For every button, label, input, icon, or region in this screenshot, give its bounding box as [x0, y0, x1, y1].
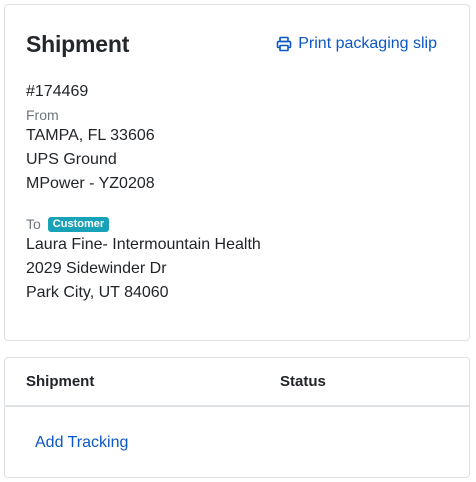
to-row: To Customer: [26, 216, 110, 232]
printer-icon: [276, 36, 292, 52]
to-line: 2029 Sidewinder Dr: [26, 260, 167, 277]
to-line: Park City, UT 84060: [26, 284, 169, 301]
customer-badge: Customer: [47, 216, 110, 232]
to-line: Laura Fine- Intermountain Health: [26, 236, 261, 253]
shipment-title: Shipment: [26, 31, 130, 57]
order-number: #174469: [26, 83, 89, 100]
add-tracking-link[interactable]: Add Tracking: [35, 434, 128, 452]
from-address: TAMPA, FL 33606 UPS Ground MPower - YZ02…: [26, 124, 155, 196]
column-header-status: Status: [280, 373, 326, 390]
from-line: TAMPA, FL 33606: [26, 127, 155, 144]
shipment-card: Shipment Print packaging slip #174469 Fr…: [4, 4, 470, 341]
shipments-table-card: Shipment Status Add Tracking: [4, 357, 470, 478]
table-header-row: Shipment Status: [5, 358, 469, 407]
from-line: MPower - YZ0208: [26, 175, 155, 192]
from-label: From: [26, 107, 59, 123]
print-packaging-slip-link[interactable]: Print packaging slip: [276, 35, 437, 53]
column-header-shipment: Shipment: [26, 373, 95, 390]
to-label: To: [26, 216, 41, 232]
to-address: Laura Fine- Intermountain Health 2029 Si…: [26, 233, 261, 305]
from-line: UPS Ground: [26, 151, 117, 168]
print-link-label: Print packaging slip: [298, 35, 437, 52]
